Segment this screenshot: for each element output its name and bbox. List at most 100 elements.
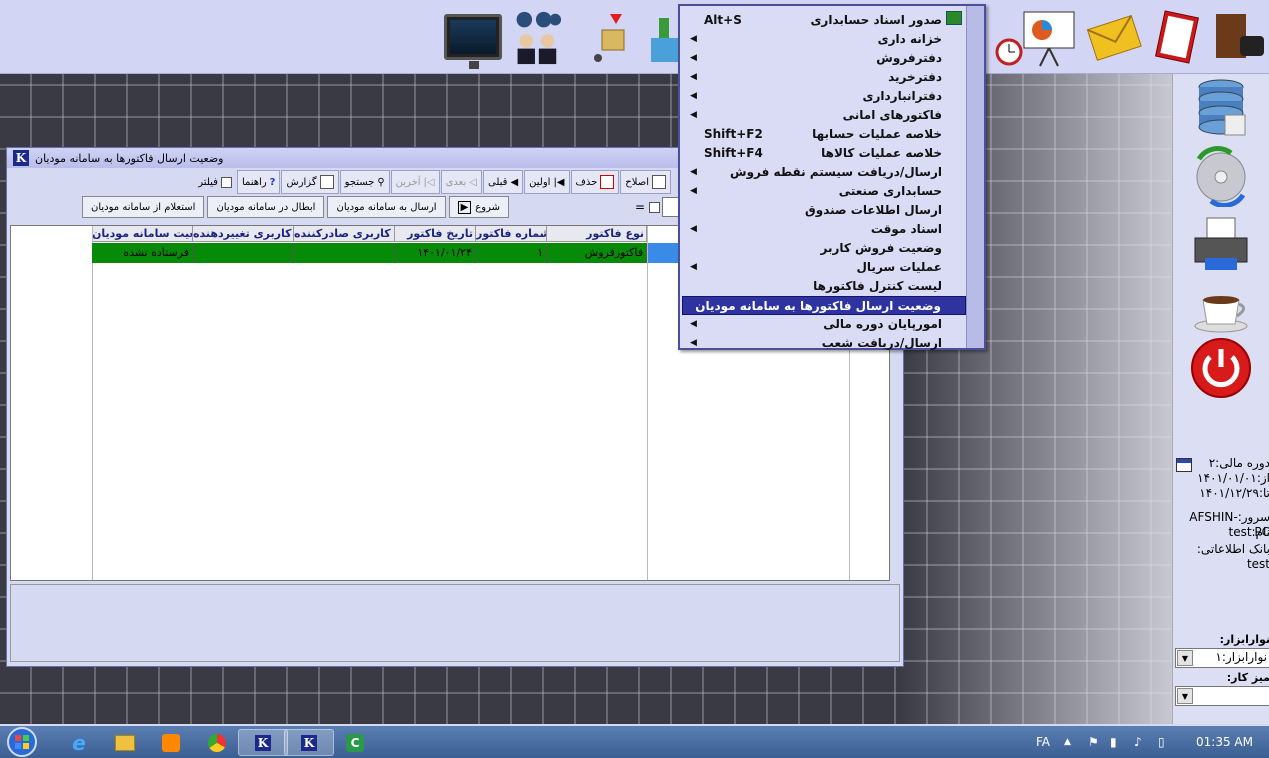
phone-book-icon[interactable]: [1210, 8, 1268, 66]
app-k-taskbar-1[interactable]: K: [238, 729, 288, 756]
edit-button[interactable]: اصلاح: [620, 170, 671, 194]
menu-gutter: [966, 6, 984, 348]
menu-item[interactable]: اسناد موقت ◀: [682, 220, 966, 239]
first-icon: ◀|: [553, 176, 565, 188]
col-header-number[interactable]: شماره فاکتور: [476, 226, 547, 242]
camtasia-icon[interactable]: C: [330, 729, 380, 756]
menu-item-label: امورپایان دوره مالی: [823, 317, 942, 331]
start-button[interactable]: [2, 726, 44, 758]
last-button[interactable]: ◁| آخرین: [390, 170, 440, 194]
delivery-icon[interactable]: [580, 8, 638, 66]
disc-sync-icon[interactable]: [1189, 144, 1253, 208]
col-header-date[interactable]: تاریخ فاکتور: [395, 226, 476, 242]
menu-item-label: لیست کنترل فاکتورها: [813, 279, 942, 293]
equals-checkbox[interactable]: [649, 202, 660, 213]
col-header-type[interactable]: نوع فاکتور: [547, 226, 647, 242]
toolbar-select[interactable]: ▼ نوارابزار:۱: [1175, 648, 1269, 668]
language-indicator[interactable]: FA: [1036, 726, 1050, 758]
desk-select[interactable]: ▼: [1175, 686, 1269, 706]
delete-button[interactable]: حذف: [570, 170, 620, 194]
notebook-icon[interactable]: [1148, 8, 1206, 66]
menu-item[interactable]: امورپایان دوره مالی ◀: [682, 315, 966, 334]
database-icon[interactable]: [1189, 76, 1253, 140]
grid-line: [92, 226, 93, 580]
delete-label: حذف: [575, 176, 598, 188]
dashboard-monitor-icon[interactable]: [444, 8, 502, 69]
search-button[interactable]: ⚲ جستجو: [339, 170, 390, 194]
chevron-down-icon[interactable]: ▼: [1177, 650, 1193, 666]
users-settings-icon[interactable]: [505, 8, 563, 66]
last-icon: ◁|: [423, 176, 435, 188]
menu-item-label: ارسال/دریافت شعب: [821, 336, 942, 350]
menu-item-label: صدور اسناد حسابداری: [810, 13, 942, 27]
submenu-arrow-icon: ◀: [690, 91, 697, 101]
menu-item[interactable]: لیست کنترل فاکتورها: [682, 277, 966, 296]
menu-item[interactable]: حسابداری صنعتی ◀: [682, 182, 966, 201]
internet-explorer-icon[interactable]: e: [54, 729, 104, 756]
cell-issuer[interactable]: [294, 243, 395, 263]
menu-item[interactable]: ارسال اطلاعات صندوق: [682, 201, 966, 220]
mail-icon[interactable]: [1085, 8, 1143, 66]
menu-item[interactable]: عملیات سریال ◀: [682, 258, 966, 277]
col-header-modifier[interactable]: نام کاربری تغییردهنده: [193, 226, 294, 242]
menu-item-label: ارسال اطلاعات صندوق: [805, 203, 942, 217]
menu-item[interactable]: ارسال/دریافت سیستم نقطه فروش ◀: [682, 163, 966, 182]
coffee-cup-icon[interactable]: [1189, 279, 1253, 343]
menu-item[interactable]: خلاصه عملیات کالاها Shift+F4: [682, 144, 966, 163]
app-k-taskbar-2[interactable]: K: [284, 729, 334, 756]
help-button[interactable]: ? راهنما: [236, 170, 281, 194]
power-off-icon[interactable]: [1189, 336, 1253, 400]
cancel-in-portal-button[interactable]: ابطال در سامانه مودیان: [207, 196, 325, 218]
submenu-arrow-icon: ◀: [690, 319, 697, 329]
help-icon: ?: [269, 176, 276, 188]
menu-item[interactable]: فاکتورهای امانی ◀: [682, 106, 966, 125]
desk-label: میز کار:: [1226, 671, 1269, 684]
menu-item[interactable]: وضعیت فروش کاربر: [682, 239, 966, 258]
col-header-status[interactable]: وضعیت سامانه مودیان: [92, 226, 193, 242]
show-hidden-icons[interactable]: ▲: [1064, 726, 1071, 758]
menu-item[interactable]: ارسال/دریافت شعب ◀: [682, 334, 966, 353]
clock-time[interactable]: 01:35 AM: [1196, 726, 1253, 758]
media-player-icon[interactable]: [146, 729, 196, 756]
menu-item[interactable]: دفترخرید ◀: [682, 68, 966, 87]
prev-button[interactable]: ◀ قبلی: [482, 170, 524, 194]
col-header-issuer[interactable]: نام کاربری صادرکننده: [294, 226, 395, 242]
device-icon[interactable]: ▯: [1158, 726, 1165, 758]
operations-menu: صدور اسناد حسابداری Alt+S خزانه داری ◀ دفترف…: [678, 4, 986, 350]
start-button[interactable]: شروع ▶: [448, 196, 509, 218]
cell-date[interactable]: ۱۴۰۱/۰۱/۲۴: [395, 243, 476, 263]
file-explorer-icon[interactable]: [100, 729, 150, 756]
menu-item[interactable]: صدور اسناد حسابداری Alt+S: [682, 11, 966, 30]
next-label: بعدی: [445, 176, 467, 188]
first-button[interactable]: ◀| اولین: [524, 170, 570, 194]
last-label: آخرین: [395, 176, 421, 188]
send-to-portal-button[interactable]: ارسال به سامانه مودیان: [327, 196, 446, 218]
cell-number[interactable]: ۱: [476, 243, 547, 263]
presentation-chart-icon[interactable]: [1020, 8, 1078, 67]
filter-checkbox[interactable]: [220, 176, 232, 188]
menu-item-label: دفترخرید: [888, 70, 942, 84]
search-label: جستجو: [344, 176, 375, 188]
cell-status[interactable]: فرستاده نشده: [92, 243, 193, 263]
delete-icon: [600, 175, 615, 189]
next-button[interactable]: ◁ بعدی: [440, 170, 482, 194]
cell-modifier[interactable]: [193, 243, 294, 263]
next-icon: ◁: [469, 176, 477, 188]
menu-item[interactable]: دفترانبارداری ◀: [682, 87, 966, 106]
chevron-down-icon[interactable]: ▼: [1177, 688, 1193, 704]
menu-item[interactable]: خلاصه عملیات حسابها Shift+F2: [682, 125, 966, 144]
signal-icon[interactable]: ▮: [1110, 726, 1117, 758]
menu-item[interactable]: وضعیت ارسال فاکتورها به سامانه مودیان: [682, 296, 966, 315]
chrome-icon[interactable]: [192, 729, 242, 756]
volume-icon[interactable]: ♪: [1134, 726, 1142, 758]
menu-item[interactable]: دفترفروش ◀: [682, 49, 966, 68]
filter-toggle[interactable]: فیلتر: [194, 170, 236, 194]
inquiry-portal-button[interactable]: استعلام از سامانه مودیان: [82, 196, 205, 218]
menu-item-label: ارسال/دریافت سیستم نقطه فروش: [730, 165, 942, 179]
report-button[interactable]: گزارش: [281, 170, 339, 194]
menu-item[interactable]: خزانه داری ◀: [682, 30, 966, 49]
printer-icon[interactable]: [1189, 212, 1253, 276]
network-icon[interactable]: ⚑: [1088, 726, 1099, 758]
cell-type[interactable]: فاکتورفروش: [547, 243, 647, 263]
menu-item-label: خلاصه عملیات کالاها: [821, 146, 942, 160]
